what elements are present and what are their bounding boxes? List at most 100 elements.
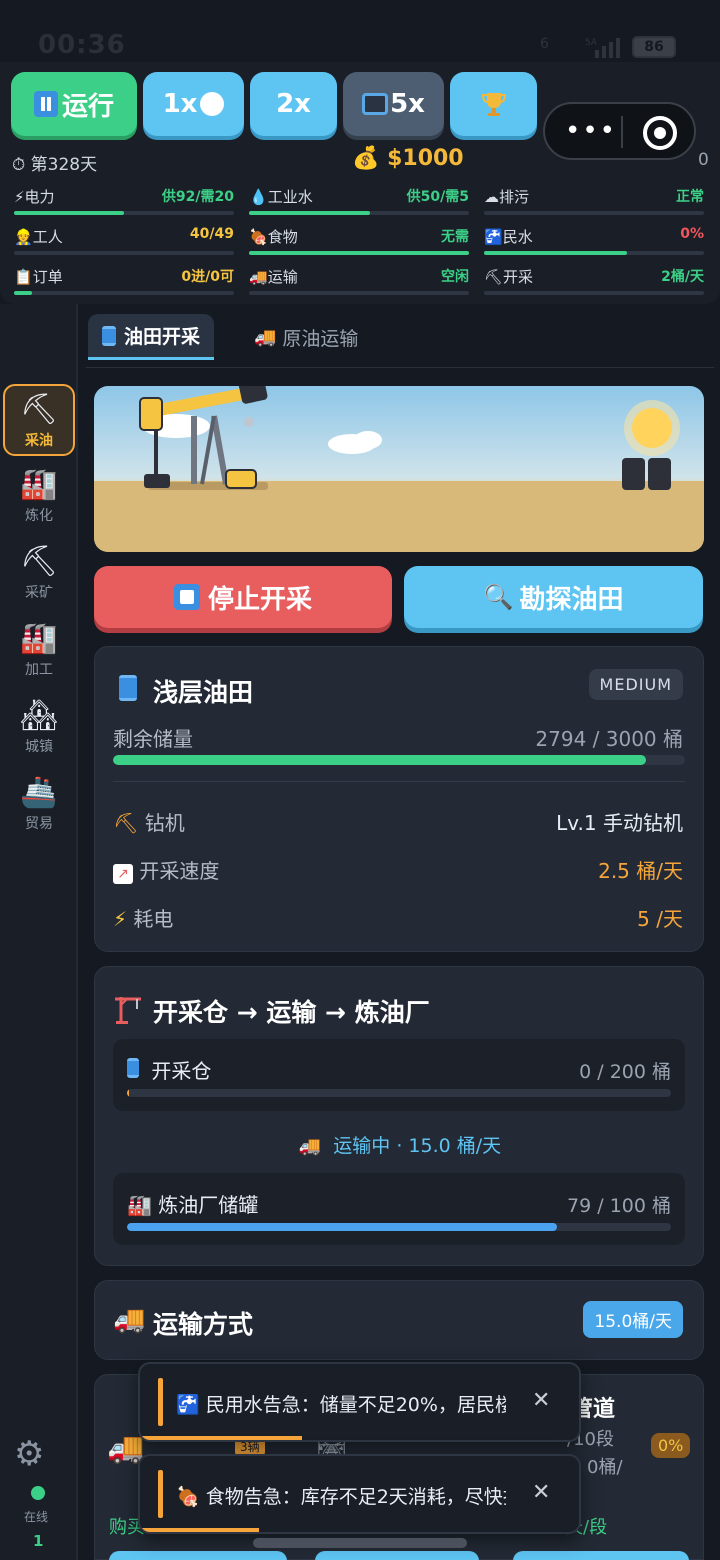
run-button[interactable]: 运行 [11,72,137,136]
water-alert-toast: 🚰 民用水告急：储量不足20%，居民楼 ✕ [138,1362,581,1442]
sidebar-item-label: 采矿 [25,585,53,601]
stat-label: 🍖食物 [249,226,298,247]
toast-accent [158,1470,163,1518]
signal-label: 5A [585,38,598,48]
meat-icon: 🍖 [249,228,268,246]
stat-label-text: 工人 [32,228,63,246]
selected-dot-icon [200,92,225,116]
online-label: 在线 [24,1510,49,1524]
transit-label: 运输中 · 15.0 桶/天 [333,1135,502,1157]
tv-icon [362,93,389,115]
chart-up-icon: ↗ [113,864,133,884]
stat-fill [14,211,124,215]
sidebar-item-4[interactable]: 🏘 城镇 [3,692,75,764]
settings-gear-icon[interactable]: ⚙ [14,1434,44,1474]
storage-progress-fill [127,1089,129,1097]
lightning-icon: ⚡ [113,907,128,931]
clock-icon: ⏱ [12,155,26,175]
oilfield-title: 浅层油田 [153,678,254,707]
oil-pump-scene [94,386,704,552]
app-root: 00:36 6 5A 86 运行 1x 2x 5x ••• ⏱ 第328天 💰 … [0,0,720,1560]
refinery-progress-fill [127,1223,557,1231]
stat-orders: 📋订单 0进/0可 [12,266,234,300]
clock: 00:36 [38,30,126,60]
factory-icon: 🏭 [127,1193,152,1217]
online-status-dot [31,1486,45,1500]
stop-mining-button[interactable]: 停止开采 [94,566,392,628]
option-button-1[interactable] [109,1551,287,1560]
close-icon[interactable]: ✕ [532,1388,550,1413]
explore-oilfield-button[interactable]: 🔍 勘探油田 [404,566,703,628]
stat-fill [484,251,627,255]
stat-transport: 🚚运输 空闲 [247,266,469,300]
sidebar-item-3[interactable]: 🏭 加工 [3,615,75,687]
option-button-3[interactable] [513,1551,689,1560]
pickaxe-icon: ⛏ [19,392,59,427]
rig-row: ⛏ 钻机 [113,807,185,836]
speed-5x-button[interactable]: 5x [343,72,444,136]
sidebar-item-1[interactable]: 🏭 炼化 [3,461,75,533]
stat-label: 🚚运输 [249,266,298,287]
sidebar-item-label: 城镇 [25,739,53,755]
power-row: ⚡ 耗电 [113,903,173,932]
stat-track [484,211,704,215]
speed-2x-button[interactable]: 2x [250,72,337,136]
truck-icon: 🚚 [298,1136,322,1157]
transit-status: 🚚 运输中 · 15.0 桶/天 [95,1131,705,1158]
factory-icon: 🏭 [20,621,58,656]
run-label: 运行 [61,91,114,122]
truck-icon: 🚚 [113,1305,146,1335]
stat-value: 无需 [441,229,469,245]
close-icon[interactable]: ✕ [532,1480,550,1505]
pumpjack-illustration [94,386,704,552]
power-value: 5 /天 [637,907,683,931]
storage-label: 开采仓 [151,1059,212,1083]
difficulty-badge: MEDIUM [588,669,683,700]
sidebar-item-0[interactable]: ⛏ 采油 [3,384,75,456]
stat-label-text: 电力 [24,188,55,206]
water-drop-icon: 💧 [249,188,268,206]
tab-oilfield[interactable]: 油田开采 [88,314,215,360]
barrel-icon [119,675,137,701]
capsule-divider [621,116,623,148]
option-button-2[interactable] [315,1551,479,1560]
sidebar-item-5[interactable]: 🚢 贸易 [3,769,75,841]
stat-value: 0进/0可 [181,269,234,285]
day-label: 第328天 [30,155,98,175]
money-display: 💰 $1000 [352,146,464,171]
sidebar-item-label: 炼化 [25,508,53,524]
reserve-progress-fill [113,755,646,765]
speed-2x-label: 2x [276,89,311,119]
sidebar-item-label: 采油 [25,433,53,449]
stat-track [249,211,469,215]
pipeline-throughput: 0桶/ [587,1457,623,1478]
stat-label-text: 食物 [267,228,298,246]
pause-icon [33,91,58,117]
sidebar-item-label: 加工 [25,662,53,678]
sidebar-item-2[interactable]: ⛏ 采矿 [3,538,75,610]
flow-card: 开采仓 → 运输 → 炼油厂 开采仓 0 / 200 桶 🚚 运输中 · 15.… [94,966,704,1266]
refinery-value: 79 / 100 桶 [567,1195,671,1217]
stat-track [14,211,234,215]
stat-track [14,291,234,295]
food-alert-text: 食物告急：库存不足2天消耗，尽快扩 [205,1486,506,1508]
more-icon[interactable]: ••• [565,118,617,144]
crane-icon [115,997,141,1024]
pipeline-percent: 0% [651,1433,691,1458]
network-indicator: 6 [540,36,549,52]
card-divider [113,781,685,782]
stat-workers: 👷工人 40/49 [12,226,234,260]
stat-label-text: 排污 [499,188,530,206]
speed-1x-button[interactable]: 1x [143,72,244,136]
rig-value: Lv.1 手动钻机 [556,811,683,835]
tab-transport[interactable]: 🚚 原油运输 [240,314,372,360]
stat-value: 空闲 [441,269,469,285]
stat-label-text: 民水 [502,228,533,246]
close-target-icon[interactable] [643,116,677,150]
water-alert-text: 民用水告急：储量不足20%，居民楼 [205,1394,506,1416]
barrel-icon [127,1058,139,1078]
trophy-button[interactable] [450,72,537,136]
stat-label: ⛏开采 [484,266,533,287]
stat-label: 💧工业水 [249,186,313,207]
transport-speed-badge: 15.0桶/天 [583,1301,683,1338]
